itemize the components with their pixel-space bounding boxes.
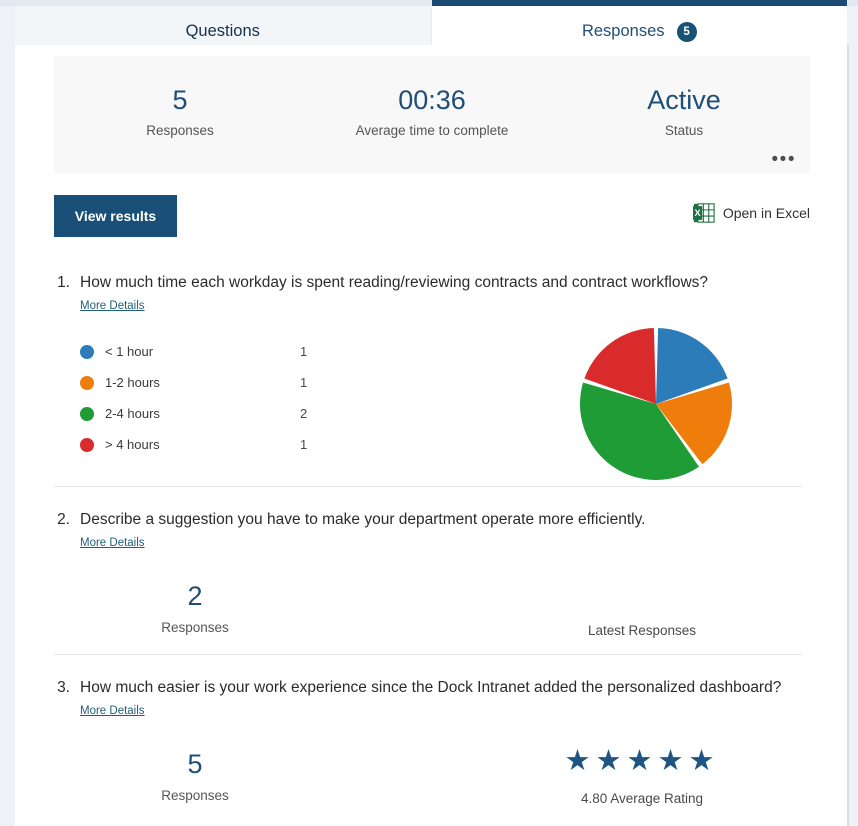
vertical-scrollbar[interactable] xyxy=(847,45,849,826)
legend-color-swatch xyxy=(80,376,94,390)
question-3-responses-label: Responses xyxy=(80,788,310,803)
question-2-count-column: 2 Responses xyxy=(54,567,474,638)
question-2-latest-column: Latest Responses xyxy=(474,567,810,638)
question-3-body: 5 Responses ★★★★★ 4.80 Average Rating xyxy=(54,735,810,805)
question-3-response-counter: 5 Responses xyxy=(80,749,310,803)
stat-responses-value: 5 xyxy=(54,85,306,115)
summary-stats: 5 Responses 00:36 Average time to comple… xyxy=(54,56,810,138)
more-options-icon[interactable]: ••• xyxy=(772,150,796,169)
question-1-body: < 1 hour 1 1-2 hours 1 2-4 hours 2 xyxy=(54,330,810,489)
latest-responses-label: Latest Responses xyxy=(474,623,810,638)
question-3-count-column: 5 Responses xyxy=(54,735,474,805)
action-row: View results X Open in Excel xyxy=(54,195,810,237)
legend-item: 1-2 hours 1 xyxy=(80,367,474,398)
average-rating-label: 4.80 Average Rating xyxy=(474,791,810,806)
question-2-text: Describe a suggestion you have to make y… xyxy=(80,508,810,531)
tab-responses-label: Responses xyxy=(582,23,665,40)
question-3-rating-column: ★★★★★ 4.80 Average Rating xyxy=(474,735,810,805)
legend-label: > 4 hours xyxy=(105,437,300,452)
legend-value: 1 xyxy=(300,375,307,390)
question-2: 2. Describe a suggestion you have to mak… xyxy=(54,508,810,638)
average-rating-block: ★★★★★ 4.80 Average Rating xyxy=(474,745,810,805)
responses-count-badge: 5 xyxy=(677,22,697,42)
legend-label: 2-4 hours xyxy=(105,406,300,421)
question-3-header: 3. How much easier is your work experien… xyxy=(54,676,810,699)
legend-label: 1-2 hours xyxy=(105,375,300,390)
question-3-more-details-link[interactable]: More Details xyxy=(80,705,145,717)
stat-responses: 5 Responses xyxy=(54,85,306,138)
question-1-more-details-link[interactable]: More Details xyxy=(80,300,145,312)
legend-value: 1 xyxy=(300,344,307,359)
stat-status-label: Status xyxy=(558,123,810,138)
legend-color-swatch xyxy=(80,345,94,359)
forms-responses-page: Questions Responses 5 5 Responses 00:36 … xyxy=(0,0,858,826)
pie-chart xyxy=(576,324,736,484)
question-1-text: How much time each workday is spent read… xyxy=(80,271,810,294)
stat-average-time-value: 00:36 xyxy=(306,85,558,115)
stat-average-time: 00:36 Average time to complete xyxy=(306,85,558,138)
stat-average-time-label: Average time to complete xyxy=(306,123,558,138)
excel-icon: X xyxy=(693,202,715,224)
question-2-more-details-link[interactable]: More Details xyxy=(80,537,145,549)
stat-status-value: Active xyxy=(558,85,810,115)
responses-panel: 5 Responses 00:36 Average time to comple… xyxy=(15,45,847,826)
question-3-number: 3. xyxy=(54,676,80,699)
stat-status: Active Status xyxy=(558,85,810,138)
question-1-legend-column: < 1 hour 1 1-2 hours 1 2-4 hours 2 xyxy=(54,330,474,489)
svg-text:X: X xyxy=(694,208,701,218)
question-1: 1. How much time each workday is spent r… xyxy=(54,271,810,489)
legend-item: 2-4 hours 2 xyxy=(80,398,474,429)
question-2-number: 2. xyxy=(54,508,80,531)
question-2-response-counter: 2 Responses xyxy=(80,581,310,635)
question-divider xyxy=(54,654,802,655)
legend-label: < 1 hour xyxy=(105,344,300,359)
tab-questions-label: Questions xyxy=(186,23,260,40)
pie-legend: < 1 hour 1 1-2 hours 1 2-4 hours 2 xyxy=(80,336,474,460)
legend-item: > 4 hours 1 xyxy=(80,429,474,460)
question-3: 3. How much easier is your work experien… xyxy=(54,676,810,806)
legend-item: < 1 hour 1 xyxy=(80,336,474,367)
summary-card: 5 Responses 00:36 Average time to comple… xyxy=(54,56,810,174)
question-divider xyxy=(54,486,802,487)
legend-value: 2 xyxy=(300,406,307,421)
question-2-responses-value: 2 xyxy=(80,581,310,612)
question-1-number: 1. xyxy=(54,271,80,294)
question-3-responses-value: 5 xyxy=(80,749,310,780)
stat-responses-label: Responses xyxy=(54,123,306,138)
question-1-header: 1. How much time each workday is spent r… xyxy=(54,271,810,294)
legend-value: 1 xyxy=(300,437,307,452)
question-3-text: How much easier is your work experience … xyxy=(80,676,810,699)
question-2-header: 2. Describe a suggestion you have to mak… xyxy=(54,508,810,531)
star-rating-icon: ★★★★★ xyxy=(474,745,810,778)
legend-color-swatch xyxy=(80,407,94,421)
open-in-excel-label: Open in Excel xyxy=(723,205,810,221)
question-2-responses-label: Responses xyxy=(80,620,310,635)
view-results-button[interactable]: View results xyxy=(54,195,177,237)
legend-color-swatch xyxy=(80,438,94,452)
open-in-excel-link[interactable]: X Open in Excel xyxy=(693,202,810,224)
question-2-body: 2 Responses Latest Responses xyxy=(54,567,810,638)
question-1-chart-column xyxy=(474,330,810,489)
